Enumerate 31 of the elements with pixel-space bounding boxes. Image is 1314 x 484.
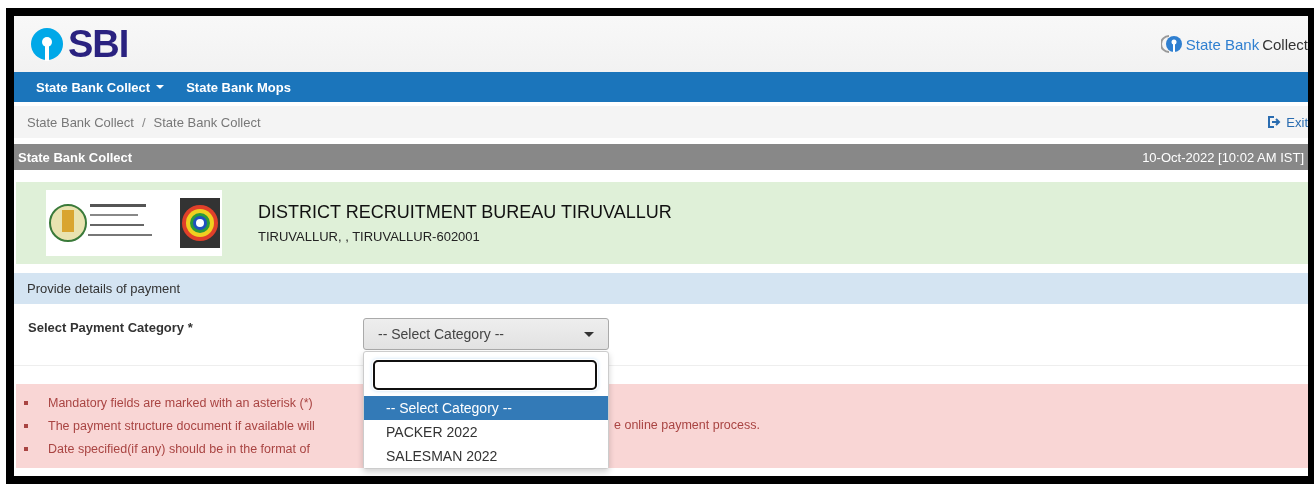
brand-link[interactable]: State Bank Collect xyxy=(1160,34,1308,54)
institution-name: DISTRICT RECRUITMENT BUREAU TIRUVALLUR xyxy=(258,202,672,223)
field-label: Select Payment Category * xyxy=(28,320,194,335)
note-text: Date specified(if any) should be in the format of xyxy=(48,442,310,456)
breadcrumb-link[interactable]: State Bank Collect xyxy=(27,114,134,130)
dropdown-option[interactable]: SALESMAN 2022 xyxy=(364,444,608,468)
logo-icon xyxy=(1160,34,1183,54)
bullet-icon xyxy=(24,447,28,451)
date-time: 10-Oct-2022 [10:02 AM IST] xyxy=(1142,149,1304,165)
nav-link[interactable]: State Bank Collect xyxy=(36,79,165,95)
institution-address: TIRUVALLUR, , TIRUVALLUR-602001 xyxy=(258,229,481,244)
breadcrumb-link[interactable]: State Bank Collect xyxy=(153,114,261,130)
exit-link[interactable]: Exit xyxy=(1268,114,1308,130)
dropdown-option[interactable]: -- Select Category -- xyxy=(364,396,608,420)
bullet-icon xyxy=(24,401,28,405)
breadcrumb-separator: / xyxy=(141,114,146,130)
note-text: The payment structure document if available will xyxy=(48,419,315,433)
bullet-icon xyxy=(24,424,28,428)
nav-link[interactable]: State Bank Mops xyxy=(186,79,291,95)
exit-icon xyxy=(1268,116,1283,128)
section-heading: Provide details of payment xyxy=(27,281,181,296)
caret-icon xyxy=(156,85,165,89)
logo-icon xyxy=(30,27,64,61)
logo-text: SBI xyxy=(68,22,129,66)
note-text: e online payment process. xyxy=(614,418,760,432)
panel-title: State Bank Collect xyxy=(18,149,133,165)
caret-icon xyxy=(584,331,594,337)
dropdown-option[interactable]: PACKER 2022 xyxy=(364,420,608,444)
search-field[interactable] xyxy=(373,360,597,390)
note-text: Mandatory fields are marked with an asterisk (*) xyxy=(48,396,313,410)
category-select[interactable]: -- Select Category -- xyxy=(363,318,609,350)
